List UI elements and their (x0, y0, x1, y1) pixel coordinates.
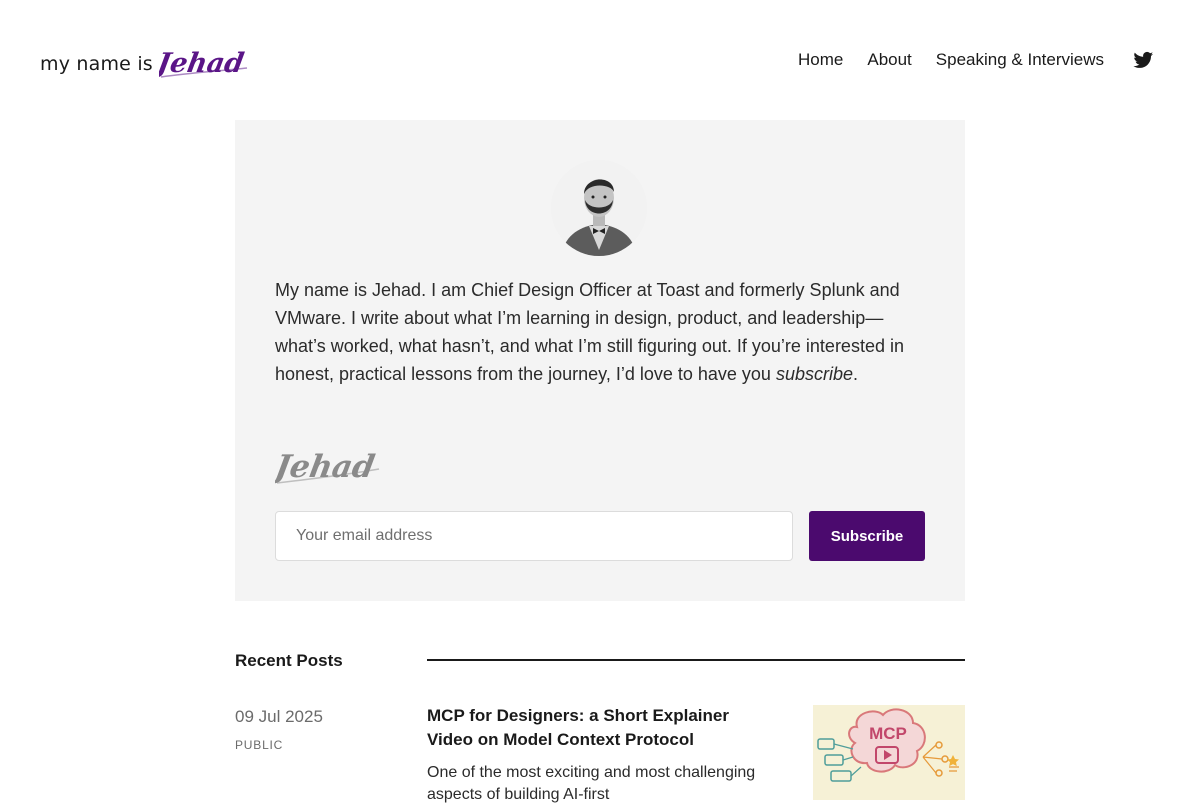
post-thumbnail[interactable]: MCP (813, 705, 965, 800)
email-input[interactable] (275, 511, 793, 561)
thumbnail-label: MCP (869, 724, 907, 743)
post-title-link[interactable]: MCP for Designers: a Short Explainer Vid… (427, 704, 777, 752)
site-logo[interactable]: my name is Jehad (40, 44, 251, 80)
post-date: 09 Jul 2025 (235, 707, 323, 726)
logo-signature: Jehad (159, 47, 247, 79)
avatar (551, 160, 647, 256)
recent-posts-heading: Recent Posts (235, 651, 343, 670)
subscribe-emphasis: subscribe (775, 364, 853, 384)
signature: Jehad (275, 449, 380, 485)
svg-text:Jehad: Jehad (275, 449, 377, 485)
nav-speaking-interviews[interactable]: Speaking & Interviews (936, 49, 1104, 71)
post-excerpt: One of the most exciting and most challe… (427, 764, 756, 803)
post-access-label: PUBLIC (235, 738, 284, 752)
logo-text: my name is (40, 53, 153, 75)
nav-home[interactable]: Home (798, 49, 843, 71)
svg-text:Jehad: Jehad (159, 47, 246, 79)
intro-text: My name is Jehad. I am Chief Design Offi… (275, 280, 904, 384)
intro-card: My name is Jehad. I am Chief Design Offi… (235, 120, 965, 601)
main-nav: Home About Speaking & Interviews (798, 49, 1104, 71)
subscribe-button[interactable]: Subscribe (809, 511, 925, 561)
site-header: my name is Jehad Home About Speaking & I… (0, 0, 1200, 120)
section-divider (427, 659, 965, 661)
twitter-icon[interactable] (1133, 50, 1154, 70)
nav-about[interactable]: About (867, 49, 911, 71)
